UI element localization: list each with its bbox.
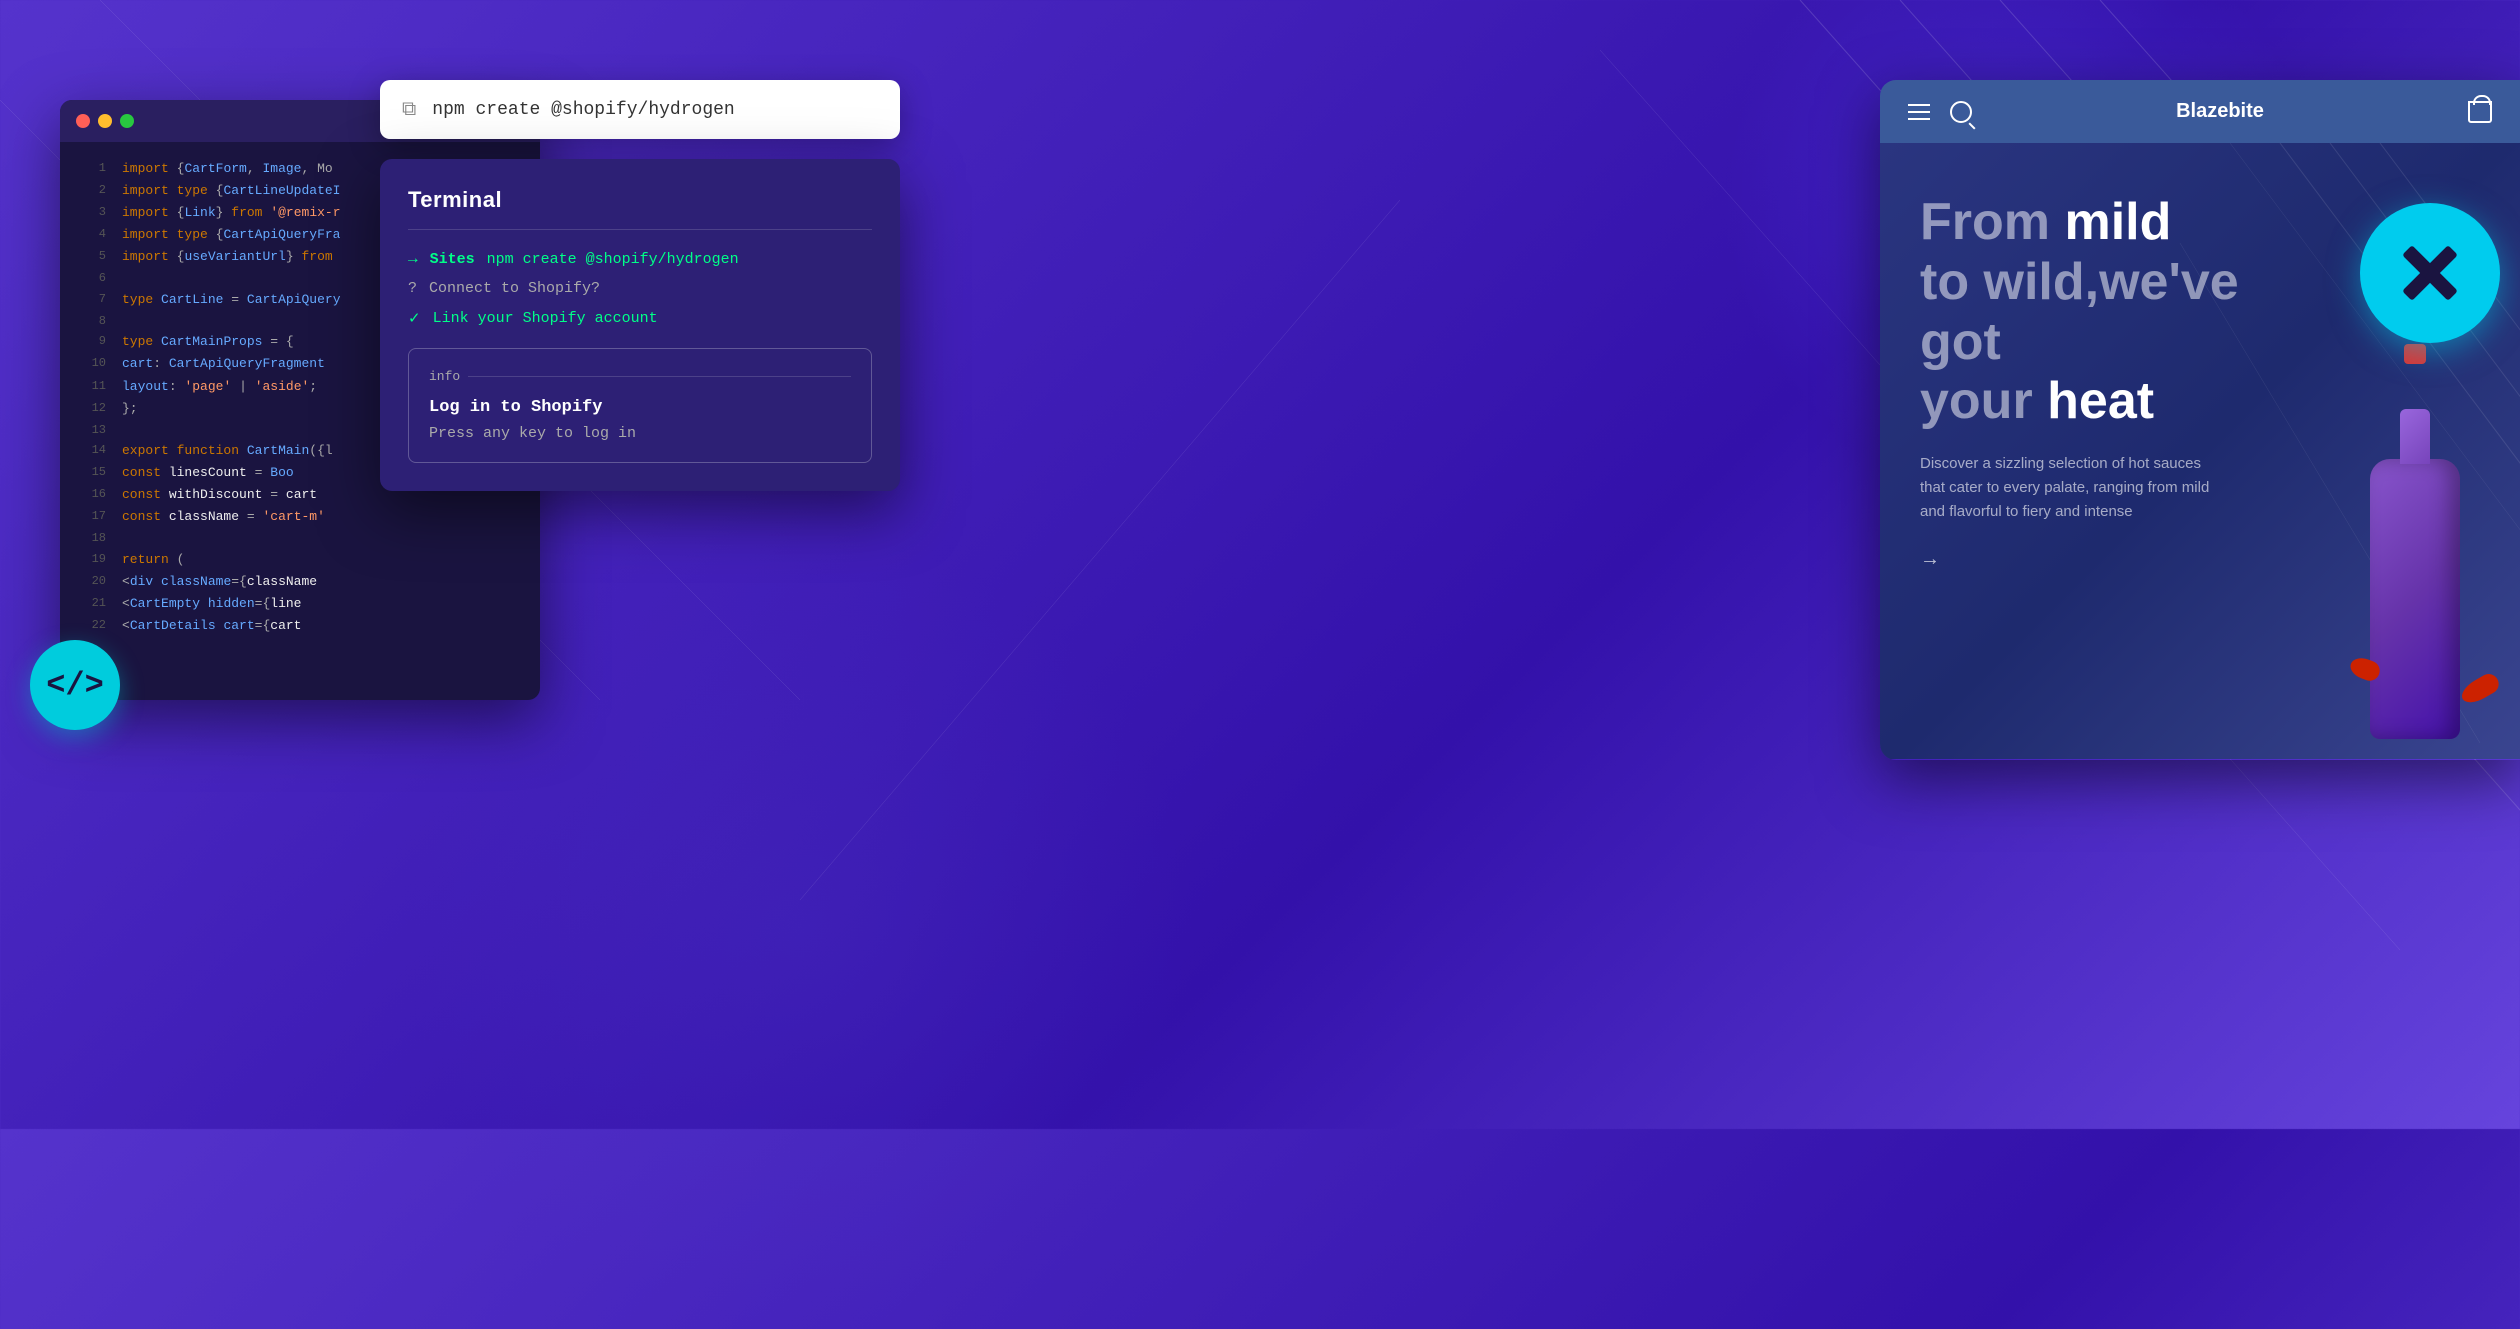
storefront-section: Blazebite From mild to wild,we've got: [1880, 80, 2520, 760]
terminal-check-icon: ✓: [408, 309, 421, 328]
terminal-title: Terminal: [408, 187, 872, 230]
headline-to-wild: to wild,we've got: [1920, 253, 2239, 371]
hero-cta-arrow[interactable]: →: [1920, 548, 2280, 571]
code-line-17: 17 const className = 'cart-m': [60, 506, 540, 528]
code-line-19: 19 return (: [60, 549, 540, 571]
terminal-command-line: → Sites npm create @shopify/hydrogen: [408, 250, 872, 268]
code-line-22: 22 <CartDetails cart={cart: [60, 615, 540, 637]
terminal-panel: Terminal → Sites npm create @shopify/hyd…: [380, 159, 900, 491]
bottle-body: [2370, 459, 2460, 739]
cart-icon[interactable]: [2468, 101, 2492, 123]
minimize-dot[interactable]: [98, 114, 112, 128]
press-text: Press: [429, 425, 474, 442]
headline-from: From: [1920, 193, 2064, 251]
info-box: info Log in to Shopify Press any key to …: [408, 348, 872, 463]
headline-your: your: [1920, 372, 2047, 430]
terminal-sites-label: Sites: [430, 251, 475, 268]
command-text: npm create @shopify/hydrogen: [432, 100, 734, 120]
info-subtitle: Press any key to log in: [429, 425, 851, 442]
copy-icon[interactable]: ⧉: [402, 98, 416, 121]
code-badge: </>: [30, 640, 120, 730]
code-line-21: 21 <CartEmpty hidden={line: [60, 593, 540, 615]
store-name: Blazebite: [2176, 100, 2264, 123]
terminal-arrow-icon: →: [408, 250, 418, 268]
code-icon: </>: [46, 667, 104, 704]
bottle-cap: [2404, 344, 2426, 364]
hamburger-menu-icon[interactable]: [1908, 104, 1930, 120]
sauce-bottle-decoration: [2260, 259, 2520, 759]
any-key-text: any key to log in: [483, 425, 636, 442]
hero-description: Discover a sizzling selection of hot sau…: [1920, 452, 2220, 524]
info-label: info: [429, 369, 851, 384]
terminal-link-text: Link your Shopify account: [433, 310, 658, 327]
terminal-answer-line: ✓ Link your Shopify account: [408, 309, 872, 328]
code-line-18: 18: [60, 528, 540, 548]
headline-heat: heat: [2047, 372, 2154, 430]
close-dot[interactable]: [76, 114, 90, 128]
bottle-neck: [2400, 409, 2430, 464]
nav-left: [1908, 101, 1972, 123]
code-line-20: 20 <div className={className: [60, 571, 540, 593]
terminal-question-mark: ?: [408, 280, 417, 297]
pepper-decoration-1: [2458, 670, 2503, 707]
terminal-command-text: npm create @shopify/hydrogen: [487, 251, 739, 268]
hero-headline: From mild to wild,we've got your heat: [1920, 193, 2280, 432]
storefront-hero: From mild to wild,we've got your heat Di…: [1880, 143, 2520, 759]
terminal-question-line: ? Connect to Shopify?: [408, 280, 872, 297]
brand-badge: [2360, 203, 2500, 343]
terminal-question-text: Connect to Shopify?: [429, 280, 600, 297]
info-title: Log in to Shopify: [429, 398, 851, 417]
search-icon[interactable]: [1950, 101, 1972, 123]
brand-logo: [2395, 238, 2465, 308]
storefront-nav: Blazebite: [1880, 80, 2520, 143]
maximize-dot[interactable]: [120, 114, 134, 128]
command-bar: ⧉ npm create @shopify/hydrogen: [380, 80, 900, 139]
terminal-section: ⧉ npm create @shopify/hydrogen Terminal …: [380, 80, 900, 491]
hero-text-block: From mild to wild,we've got your heat Di…: [1920, 193, 2280, 571]
headline-mild: mild: [2064, 193, 2171, 251]
